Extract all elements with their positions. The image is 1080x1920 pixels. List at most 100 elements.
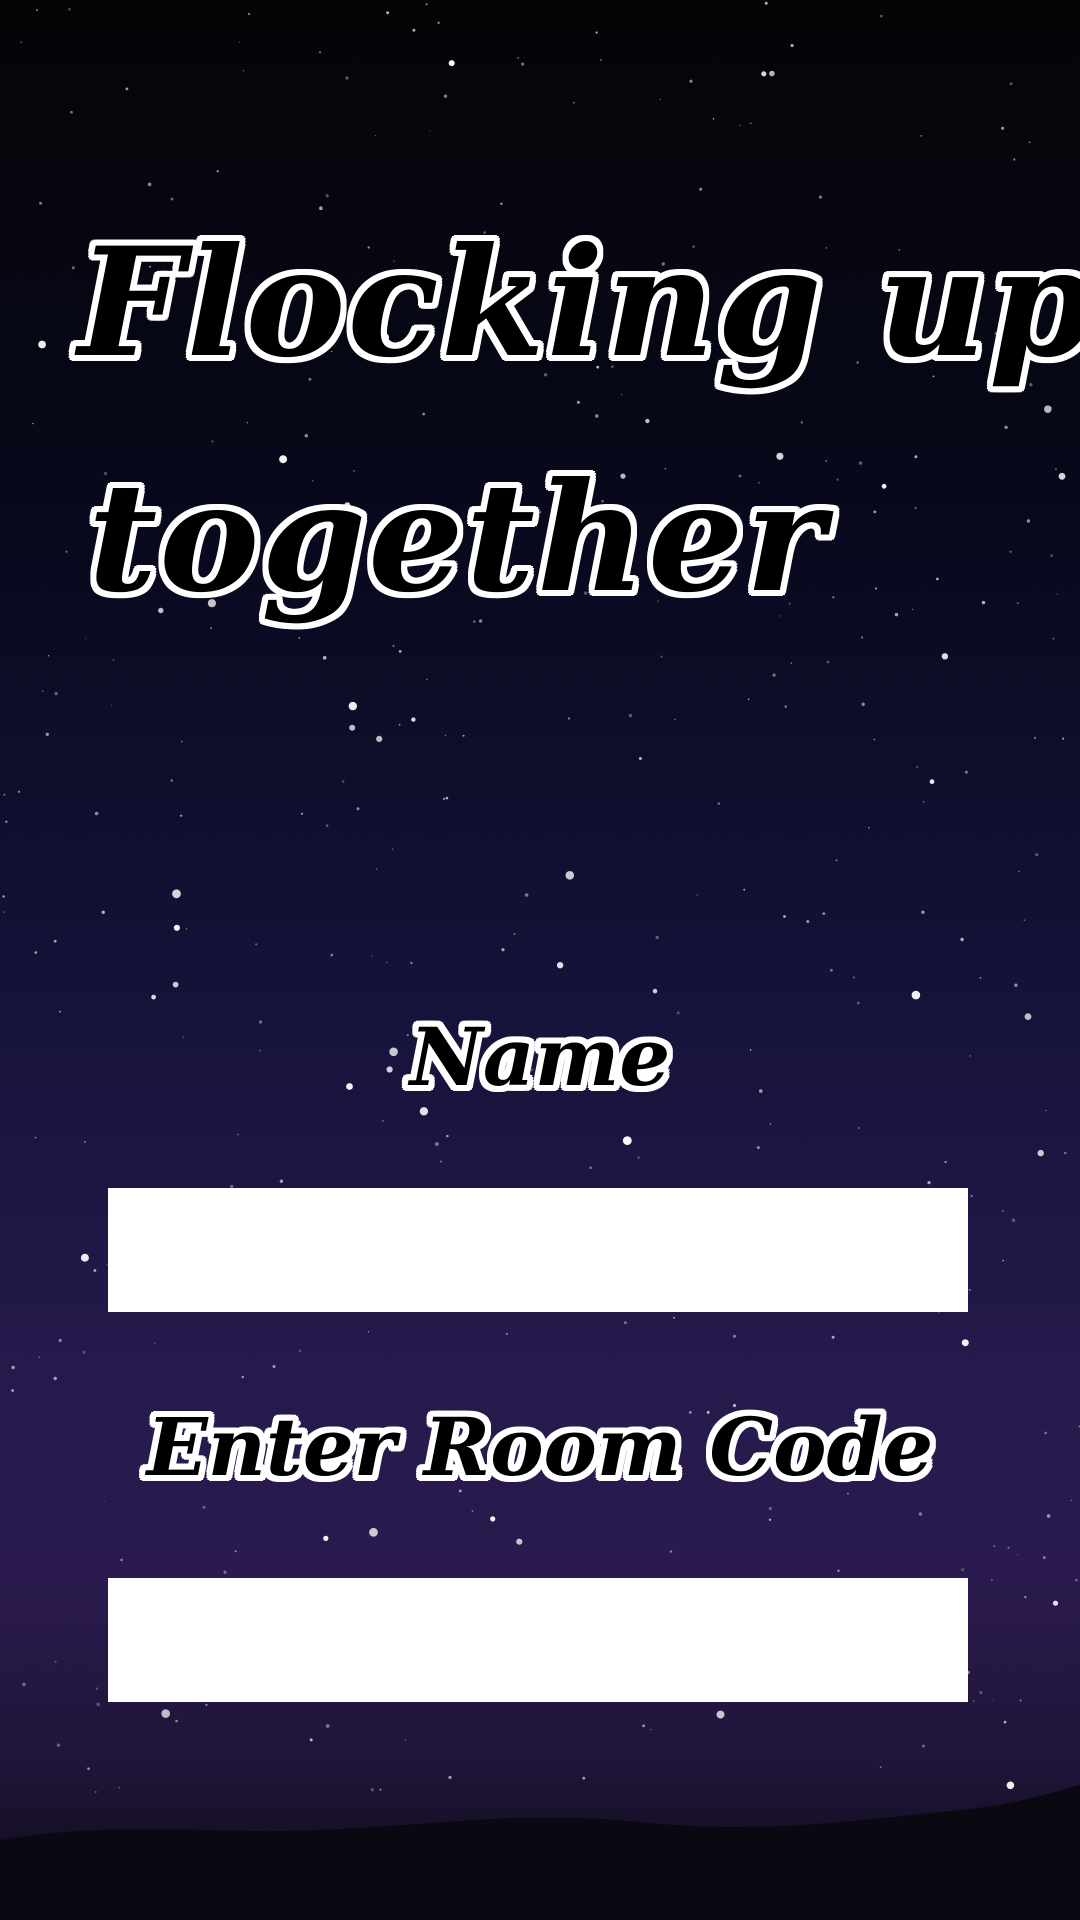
star [573, 102, 575, 104]
star [868, 826, 870, 829]
star [806, 920, 810, 923]
star [322, 656, 327, 660]
star [54, 691, 58, 696]
star [916, 766, 919, 768]
star [125, 87, 129, 91]
star [929, 779, 935, 785]
star [800, 421, 803, 424]
star [652, 988, 658, 994]
star [17, 790, 21, 793]
star [298, 637, 301, 639]
star [58, 1338, 62, 1343]
star [1014, 983, 1018, 987]
star [255, 943, 258, 946]
name-input[interactable] [108, 1188, 968, 1312]
star [739, 124, 741, 127]
star [374, 135, 376, 137]
star [749, 122, 752, 125]
star [70, 110, 73, 114]
star [376, 735, 383, 743]
star [1044, 405, 1052, 414]
star [53, 1376, 57, 1381]
star [873, 738, 876, 741]
star [319, 206, 323, 210]
star [410, 961, 413, 965]
star [1023, 919, 1026, 921]
room-code-input[interactable] [108, 1578, 968, 1702]
star [202, 1505, 206, 1509]
star [298, 1349, 302, 1353]
star [856, 1001, 860, 1005]
star [960, 937, 964, 942]
star [1011, 1218, 1016, 1223]
star [96, 1702, 100, 1707]
star [1002, 1259, 1004, 1262]
star [241, 1375, 244, 1379]
star [22, 1682, 26, 1687]
star [993, 1545, 996, 1548]
star [1007, 1546, 1010, 1549]
star [181, 741, 183, 743]
star [747, 698, 750, 700]
star [861, 636, 864, 639]
star [82, 1350, 86, 1354]
name-label: Name [409, 1010, 671, 1104]
hill-silhouette [0, 1785, 1080, 1920]
star [1075, 1579, 1078, 1582]
star [38, 340, 46, 349]
star [1016, 602, 1019, 605]
star [894, 612, 899, 617]
star [385, 961, 388, 964]
room-code-label: Enter Room Code [146, 1400, 934, 1494]
star [922, 1744, 925, 1748]
star [501, 948, 505, 952]
star [442, 797, 446, 800]
star [911, 608, 914, 611]
star [517, 57, 519, 59]
star [642, 1724, 645, 1728]
star [1035, 853, 1039, 857]
star [3, 911, 5, 913]
star [411, 717, 416, 722]
star [822, 912, 826, 915]
star [768, 1518, 772, 1522]
star [309, 1738, 313, 1742]
star [47, 655, 50, 657]
star [981, 600, 986, 605]
star [1052, 638, 1055, 640]
star [1026, 519, 1031, 523]
star [699, 187, 703, 191]
star [448, 1775, 452, 1780]
star [556, 962, 564, 969]
star [161, 1709, 170, 1718]
star [659, 98, 661, 100]
star [1042, 1556, 1046, 1559]
star [1037, 1149, 1044, 1157]
star [173, 924, 180, 931]
star [1016, 1554, 1019, 1556]
star [172, 981, 179, 988]
star [628, 713, 633, 718]
star [853, 976, 855, 979]
star [80, 1253, 89, 1262]
star [205, 1703, 208, 1706]
star [95, 1687, 99, 1690]
star [429, 130, 431, 132]
star [521, 62, 525, 66]
star [1009, 82, 1013, 86]
star [576, 400, 581, 404]
star [918, 1512, 923, 1516]
star [247, 12, 251, 16]
star [979, 977, 982, 979]
star [348, 701, 357, 711]
star [375, 868, 378, 870]
star [356, 807, 360, 811]
star [790, 43, 794, 48]
star [11, 1365, 15, 1370]
star [425, 3, 428, 6]
star [673, 1316, 676, 1319]
star [944, 1160, 947, 1164]
star [5, 820, 8, 823]
star [94, 811, 99, 816]
star [216, 170, 219, 173]
